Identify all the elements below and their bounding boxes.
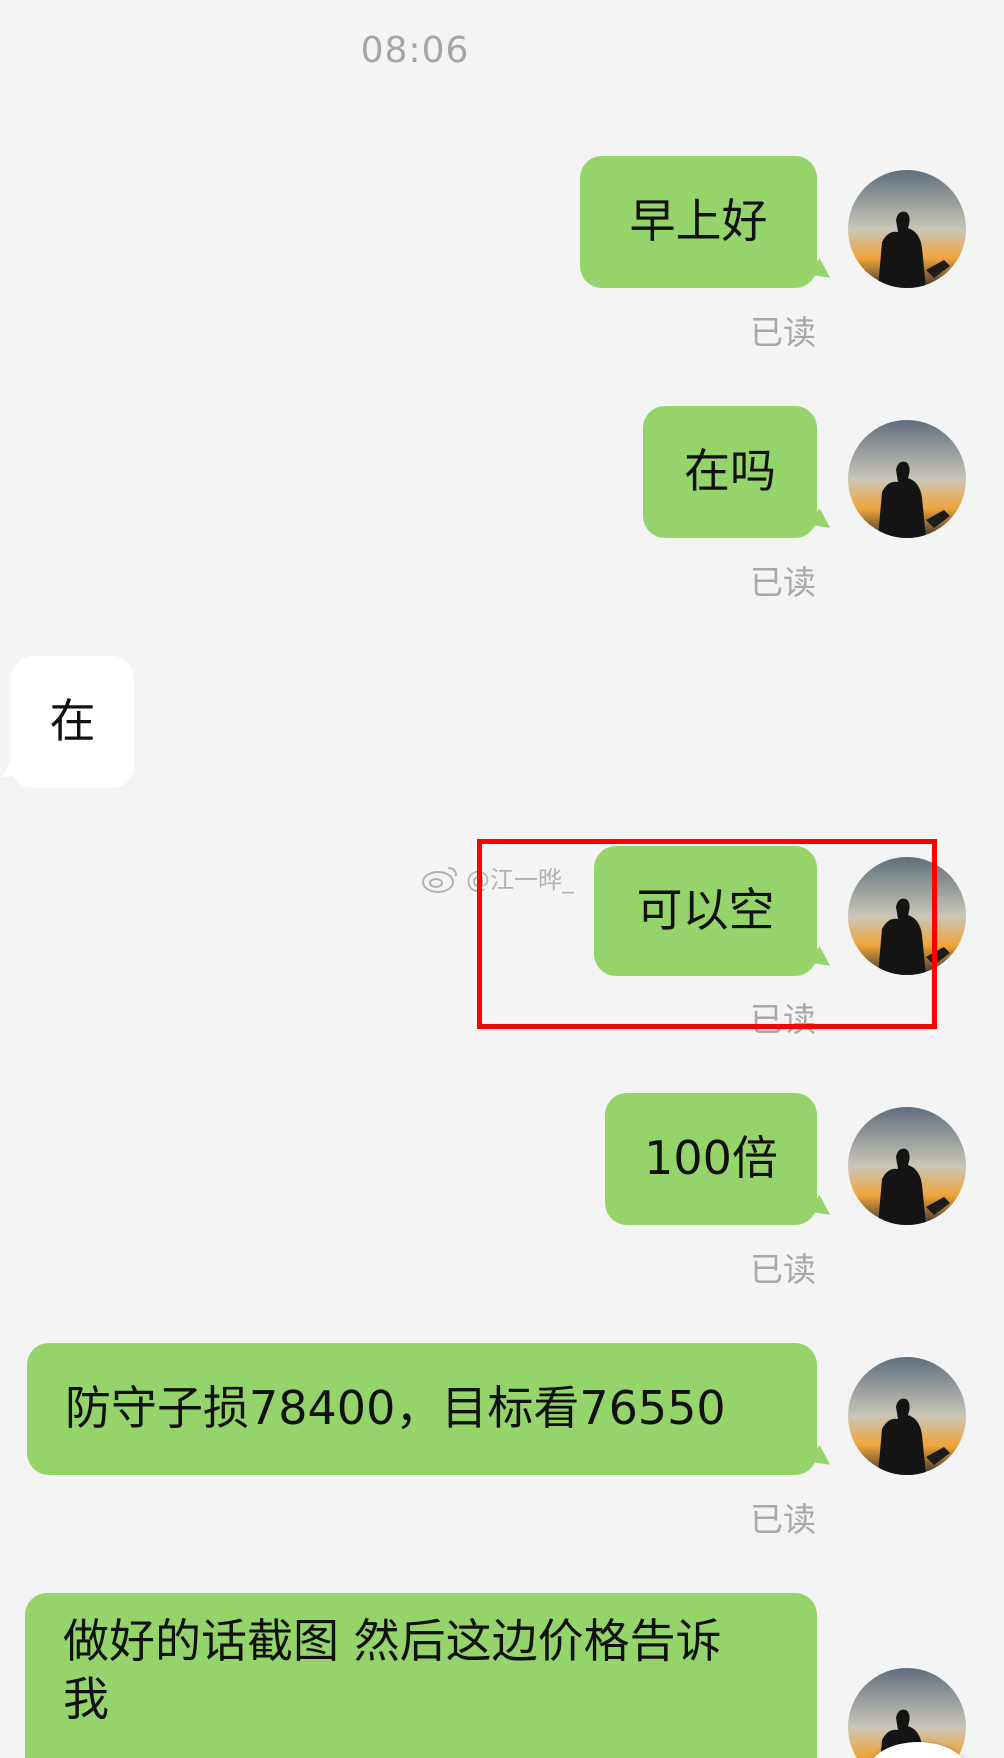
read-status: 已读 (750, 313, 816, 352)
message-bubble-incoming[interactable]: 在 (11, 656, 134, 788)
message-text: 防守子损78400，目标看76550 (65, 1381, 726, 1436)
message-bubble-outgoing[interactable]: 防守子损78400，目标看76550 (27, 1343, 817, 1475)
message-text: 在吗 (684, 444, 776, 499)
avatar-image (848, 1107, 966, 1225)
message-bubble-outgoing[interactable]: 在吗 (643, 406, 817, 538)
weibo-icon (422, 866, 457, 893)
message-text: 100倍 (644, 1131, 778, 1186)
message-bubble-outgoing[interactable]: 早上好 (580, 156, 817, 288)
avatar[interactable] (848, 420, 966, 538)
avatar[interactable] (848, 1357, 966, 1475)
message-timestamp: 08:06 (360, 30, 470, 71)
avatar-image (848, 1357, 966, 1475)
message-text: 在 (49, 694, 96, 749)
chat-screen: 08:06 早上好 已读 在吗 已读 在 @江一晔_ 可以空 已读 100倍 已… (0, 0, 1004, 1758)
highlight-box (477, 839, 937, 1029)
message-bubble-outgoing[interactable]: 做好的话截图 然后这边价格告诉我 (25, 1593, 817, 1758)
avatar[interactable] (848, 170, 966, 288)
read-status: 已读 (750, 1250, 816, 1289)
message-bubble-outgoing[interactable]: 100倍 (605, 1093, 817, 1225)
read-status: 已读 (750, 1500, 816, 1539)
message-text: 早上好 (629, 194, 768, 249)
message-text: 做好的话截图 然后这边价格告诉我 (63, 1614, 722, 1726)
avatar-image (848, 420, 966, 538)
avatar-image (848, 170, 966, 288)
avatar[interactable] (848, 1107, 966, 1225)
read-status: 已读 (750, 563, 816, 602)
